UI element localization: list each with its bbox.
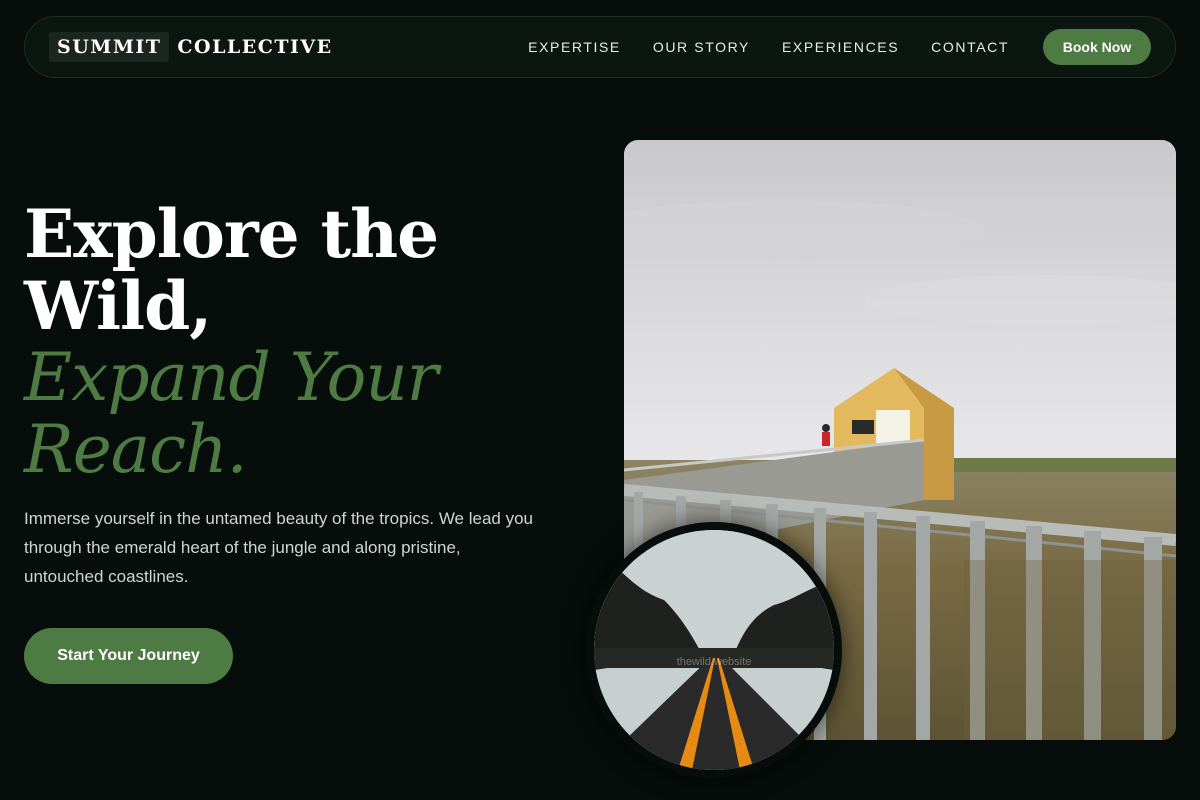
nav-link-our-story[interactable]: OUR STORY	[653, 39, 750, 55]
nav-links: EXPERTISE OUR STORY EXPERIENCES CONTACT …	[496, 29, 1151, 65]
hero-accent-line-2: Reach.	[24, 411, 248, 488]
hero-title-line-2: Wild,	[24, 267, 212, 345]
photo-watermark: thewild.website	[676, 656, 752, 668]
nav-link-experiences[interactable]: EXPERIENCES	[782, 39, 899, 55]
book-now-button[interactable]: Book Now	[1043, 29, 1151, 65]
nav-link-expertise[interactable]: EXPERTISE	[528, 39, 621, 55]
hero-title-line-1: Explore the	[24, 195, 439, 273]
top-nav: SUMMIT COLLECTIVE EXPERTISE OUR STORY EX…	[24, 16, 1176, 78]
road-photo: thewild.website	[594, 530, 834, 770]
brand-logo[interactable]: SUMMIT COLLECTIVE	[49, 32, 333, 62]
road-photo-circle: thewild.website	[586, 522, 842, 778]
start-journey-button[interactable]: Start Your Journey	[24, 628, 233, 684]
hero-subtitle: Immerse yourself in the untamed beauty o…	[24, 509, 534, 586]
hero-accent-line-1: Expand Your	[24, 339, 438, 416]
nav-link-contact[interactable]: CONTACT	[931, 39, 1009, 55]
hero-section: Explore the Wild, Expand Your Reach. Imm…	[24, 198, 584, 591]
brand-logo-text: COLLECTIVE	[177, 36, 333, 58]
brand-logo-box: SUMMIT	[49, 32, 170, 62]
